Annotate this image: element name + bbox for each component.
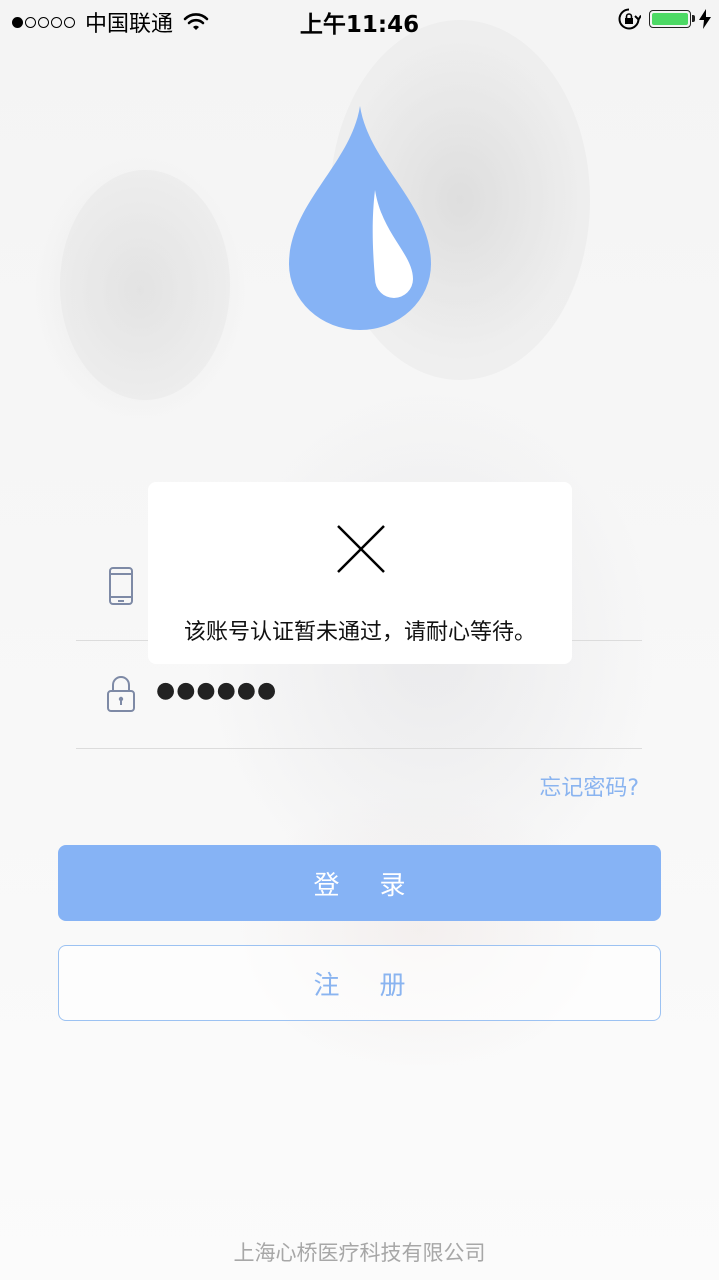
toast-message: 该账号认证暂未通过，请耐心等待。 bbox=[183, 620, 536, 645]
forgot-password-link[interactable]: 忘记密码? bbox=[539, 770, 639, 802]
password-value: ●●●●●● bbox=[156, 678, 278, 703]
lock-icon bbox=[107, 676, 135, 712]
login-button[interactable]: 登录 bbox=[58, 845, 661, 921]
rotation-lock-icon bbox=[618, 8, 641, 30]
phone-icon bbox=[109, 567, 133, 605]
clock: 上午11:46 bbox=[299, 12, 420, 38]
battery-icon bbox=[649, 10, 695, 28]
register-button[interactable]: 注册 bbox=[58, 945, 661, 1021]
water-drop-icon bbox=[289, 106, 431, 330]
error-toast: 该账号认证暂未通过，请耐心等待。 bbox=[148, 482, 572, 664]
status-bar: 中国联通 上午11:46 bbox=[0, 0, 719, 40]
close-icon bbox=[337, 525, 385, 573]
charging-icon bbox=[699, 9, 711, 29]
company-name: 上海心桥医疗科技有限公司 bbox=[233, 1241, 486, 1265]
